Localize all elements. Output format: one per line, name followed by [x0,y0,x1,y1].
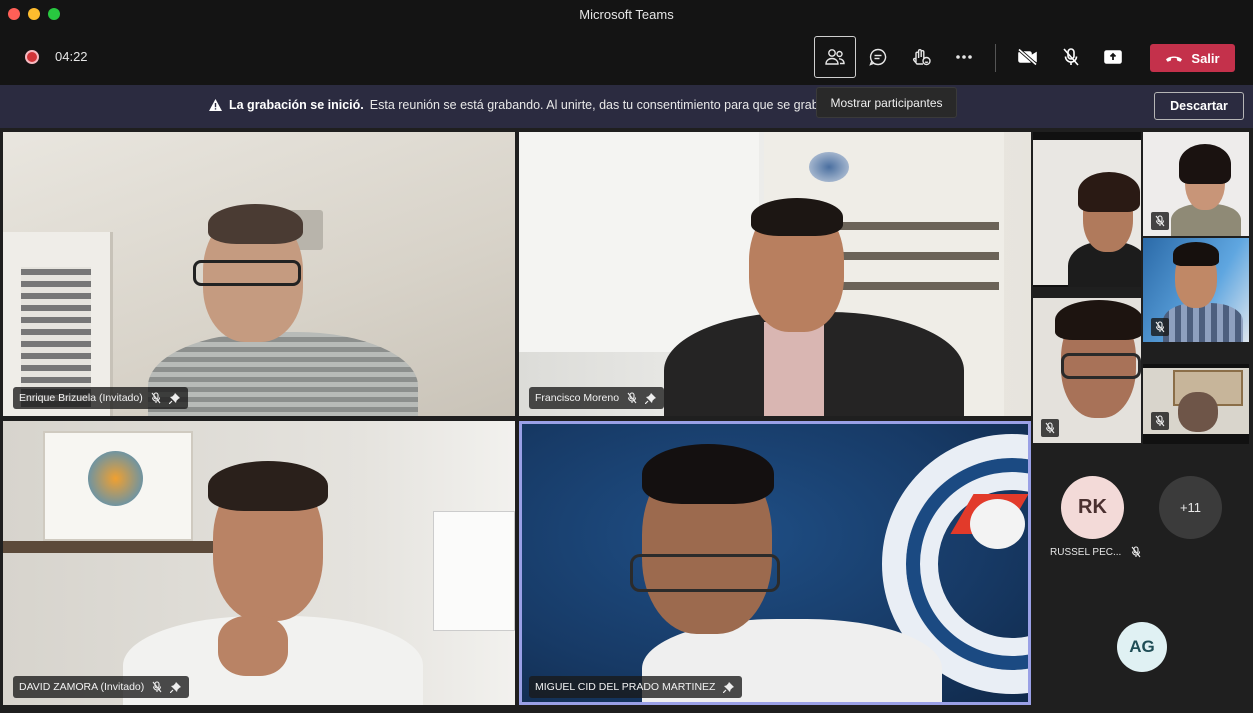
recording-indicator-icon [25,50,39,64]
mic-off-icon [1155,215,1165,227]
video-tile-david[interactable]: DAVID ZAMORA (Invitado) [3,421,515,705]
mic-off-icon [627,392,637,404]
person-hair [1179,144,1231,184]
recording-title: La grabación se inició. [229,98,364,112]
small-video-tile-4[interactable] [1033,298,1141,443]
participant-name: DAVID ZAMORA (Invitado) [19,681,145,693]
person-hair [751,198,843,236]
more-participants-button[interactable]: +11 [1159,476,1222,539]
muted-indicator [1151,412,1169,430]
mic-off-icon [1045,422,1055,434]
pin-icon [170,681,182,693]
close-window-button[interactable] [8,8,20,20]
person-body [1163,303,1243,342]
warning-icon [209,99,222,111]
participant-label-rk: RUSSEL PEC... [1050,546,1141,558]
show-participants-button[interactable] [814,36,856,78]
small-video-tile-2[interactable] [1143,132,1249,236]
raise-hand-icon [912,49,931,66]
mic-off-icon [1155,415,1165,427]
glasses [630,554,780,592]
muted-indicator [1151,318,1169,336]
meeting-timer: 04:22 [55,49,88,64]
people-icon [825,49,845,65]
title-bar: Microsoft Teams [0,0,1253,28]
muted-indicator [1151,212,1169,230]
glasses [1061,353,1141,379]
person-head [1178,392,1218,432]
camera-off-icon [1017,48,1038,66]
recording-banner: La grabación se inició. Esta reunión se … [0,85,1253,128]
participant-name-tag: MIGUEL CID DEL PRADO MARTINEZ [529,676,743,698]
person-hair [642,444,774,504]
participant-avatar-ag[interactable]: AG [1117,622,1167,672]
person-hair [1173,242,1219,266]
small-video-tile-5[interactable] [1143,364,1249,444]
show-chat-button[interactable] [857,36,899,78]
poster-logo [88,451,143,506]
zoom-window-button[interactable] [48,8,60,20]
recording-message: La grabación se inició. Esta reunión se … [208,98,829,112]
participant-name: RUSSEL PEC... [1050,546,1122,558]
participant-name-tag: Francisco Moreno [529,387,665,409]
whiteboard [519,132,759,352]
video-tile-francisco[interactable]: Francisco Moreno [519,132,1031,416]
glasses [193,260,301,286]
hang-up-icon [1166,56,1183,62]
bandesal-logo [809,152,849,182]
window-title: Microsoft Teams [579,6,674,22]
participant-name-tag: DAVID ZAMORA (Invitado) [13,676,190,698]
participant-avatar-rk[interactable]: RK [1061,476,1124,539]
participant-name: Francisco Moreno [535,392,620,404]
mic-off-icon [1155,321,1165,333]
chat-icon [869,48,887,66]
mic-toggle-button[interactable] [1050,36,1092,78]
camera-toggle-button[interactable] [1007,36,1049,78]
blind [21,267,91,407]
video-tile-enrique[interactable]: Enrique Brizuela (Invitado) [3,132,515,416]
shirt [764,322,824,416]
person-hair [208,461,328,511]
dismiss-button[interactable]: Descartar [1154,92,1244,120]
shelf [3,541,223,553]
video-tile-miguel-active-speaker[interactable]: MIGUEL CID DEL PRADO MARTINEZ [519,421,1031,705]
person-hair [1055,300,1141,340]
participant-name: MIGUEL CID DEL PRADO MARTINEZ [535,681,716,693]
person-hair [1078,172,1140,212]
reactions-button[interactable] [900,36,942,78]
muted-indicator [1041,419,1059,437]
participant-name: Enrique Brizuela (Invitado) [19,392,143,404]
meeting-toolbar: 04:22 Salir [0,28,1253,85]
participant-name-tag: Enrique Brizuela (Invitado) [13,387,188,409]
small-video-tile-1[interactable] [1033,132,1141,287]
more-actions-button[interactable] [943,36,985,78]
pin-icon [168,392,180,404]
share-content-button[interactable] [1092,36,1134,78]
pin-icon [645,392,657,404]
small-video-tile-3[interactable] [1143,238,1249,342]
leave-label: Salir [1191,50,1220,66]
pin-icon [723,681,735,693]
logo-book [970,499,1025,549]
toolbar-divider [995,44,996,72]
minimize-window-button[interactable] [28,8,40,20]
person-hair [208,204,303,244]
mic-off-icon [152,681,162,693]
window-controls [8,0,60,28]
mic-off-icon [1063,48,1079,66]
person-hand [218,616,288,676]
mic-off-icon [151,392,161,404]
participants-tooltip: Mostrar participantes [816,87,957,118]
leave-button[interactable]: Salir [1150,44,1235,72]
recording-text: Esta reunión se está grabando. Al unirte… [369,98,830,112]
mic-off-icon [1131,546,1141,558]
share-screen-icon [1104,50,1122,64]
flipchart [433,511,515,631]
more-icon [956,55,972,59]
